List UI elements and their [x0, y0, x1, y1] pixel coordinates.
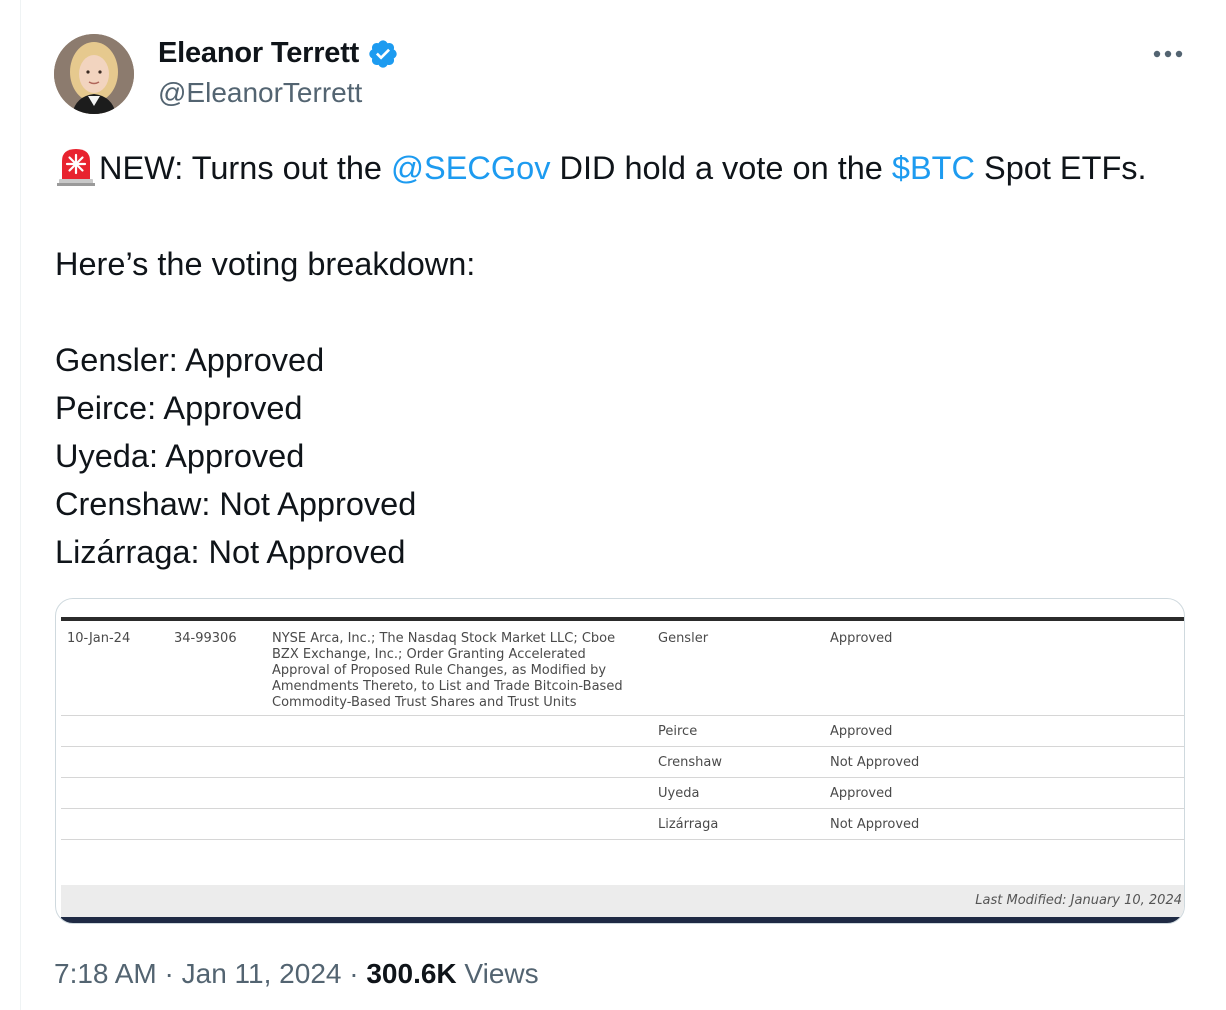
vote-line: Crenshaw: Not Approved	[55, 486, 417, 522]
commissioner-name: Lizárraga	[658, 817, 719, 832]
more-options-icon	[1153, 50, 1183, 58]
mention-secgov-link[interactable]: @SECGov	[391, 150, 550, 186]
commissioner-vote: Approved	[830, 724, 893, 739]
row-date: 10-Jan-24	[67, 631, 131, 646]
row-description: NYSE Arca, Inc.; The Nasdaq Stock Market…	[272, 631, 623, 710]
more-options-button[interactable]	[1146, 36, 1190, 72]
commissioner-name: Peirce	[658, 724, 698, 739]
verified-badge-icon	[369, 39, 397, 68]
last-modified-text: Last Modified: January 10, 2024	[975, 893, 1182, 908]
headline-middle: DID hold a vote on the	[550, 150, 892, 186]
cashtag-btc-link[interactable]: $BTC	[892, 150, 975, 186]
table-row: Uyeda Approved	[61, 778, 1184, 809]
views-count: 300.6K	[366, 958, 457, 989]
commissioner-vote: Not Approved	[830, 817, 920, 832]
meta-separator: ·	[341, 958, 367, 989]
table-bottom-rule	[61, 917, 1184, 923]
vote-line: Peirce: Approved	[55, 390, 303, 426]
siren-emoji-icon	[57, 149, 95, 186]
headline-suffix: Spot ETFs.	[975, 150, 1147, 186]
headline-prefix: NEW: Turns out the	[99, 150, 392, 186]
table-row: 10-Jan-24 34-99306 NYSE Arca, Inc.; The …	[61, 621, 1184, 716]
avatar[interactable]	[54, 34, 134, 114]
author-name-row[interactable]: Eleanor Terrett	[158, 37, 399, 70]
table-row: Peirce Approved	[61, 716, 1184, 747]
row-release-number: 34-99306	[174, 631, 237, 646]
commissioner-name: Crenshaw	[658, 755, 722, 770]
tweet-line-intro: Here’s the voting breakdown:	[55, 246, 476, 282]
commissioner-name: Uyeda	[658, 786, 700, 801]
tweet-text: NEW: Turns out the @SECGov DID hold a vo…	[55, 144, 1205, 576]
commissioner-vote: Not Approved	[830, 755, 920, 770]
avatar-photo	[54, 34, 134, 114]
tweet-time-link[interactable]: 7:18 AM	[54, 958, 157, 989]
author-handle[interactable]: @EleanorTerrett	[158, 77, 362, 109]
tweet-date-link[interactable]: Jan 11, 2024	[182, 958, 342, 989]
table-row: Lizárraga Not Approved	[61, 809, 1184, 840]
meta-separator: ·	[156, 958, 182, 989]
vote-line: Lizárraga: Not Approved	[55, 534, 406, 570]
commissioner-name: Gensler	[658, 631, 709, 646]
commissioner-vote: Approved	[830, 631, 893, 646]
vote-line: Uyeda: Approved	[55, 438, 305, 474]
tweet-line-headline: NEW: Turns out the @SECGov DID hold a vo…	[55, 144, 1205, 192]
views-label: Views	[456, 958, 539, 989]
tweet-metadata: 7:18 AM · Jan 11, 2024 · 300.6K Views	[54, 958, 539, 990]
attached-image[interactable]: 10-Jan-24 34-99306 NYSE Arca, Inc.; The …	[55, 598, 1185, 924]
author-display-name[interactable]: Eleanor Terrett	[158, 37, 359, 70]
commissioner-vote: Approved	[830, 786, 893, 801]
vote-line: Gensler: Approved	[55, 342, 325, 378]
sec-vote-table-screenshot: 10-Jan-24 34-99306 NYSE Arca, Inc.; The …	[61, 599, 1184, 923]
table-footer: Last Modified: January 10, 2024	[61, 885, 1184, 917]
table-row: Crenshaw Not Approved	[61, 747, 1184, 778]
